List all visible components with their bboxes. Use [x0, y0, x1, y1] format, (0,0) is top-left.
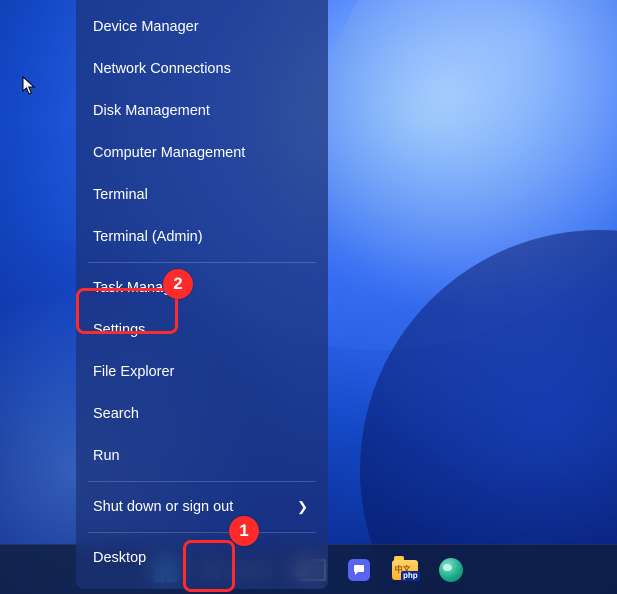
wallpaper-swirl: [360, 230, 617, 594]
menu-item-label: Desktop: [93, 548, 146, 568]
menu-item-run[interactable]: Run: [76, 435, 328, 477]
menu-item-desktop[interactable]: Desktop: [76, 537, 328, 579]
menu-item-shut-down-or-sign-out[interactable]: Shut down or sign out ❯: [76, 486, 328, 528]
globe-icon: [439, 558, 463, 582]
menu-separator: [88, 532, 316, 533]
menu-item-computer-management[interactable]: Computer Management: [76, 132, 328, 174]
chat-icon: [348, 559, 370, 581]
menu-item-device-manager[interactable]: Device Manager: [76, 6, 328, 48]
menu-item-label: Search: [93, 404, 139, 424]
menu-item-disk-management[interactable]: Disk Management: [76, 90, 328, 132]
mouse-cursor-icon: [22, 76, 36, 96]
menu-item-label: Shut down or sign out: [93, 497, 233, 517]
menu-item-label: File Explorer: [93, 362, 174, 382]
menu-item-terminal[interactable]: Terminal: [76, 174, 328, 216]
menu-item-label: Settings: [93, 320, 145, 340]
menu-item-label: Disk Management: [93, 101, 210, 121]
menu-item-file-explorer[interactable]: File Explorer: [76, 351, 328, 393]
menu-separator: [88, 262, 316, 263]
winx-context-menu: Device Manager Network Connections Disk …: [76, 0, 328, 589]
menu-item-label: Terminal (Admin): [93, 227, 203, 247]
menu-item-search[interactable]: Search: [76, 393, 328, 435]
chat-button[interactable]: [339, 550, 379, 590]
menu-item-label: Run: [93, 446, 120, 466]
folder-brand-label: php: [401, 571, 420, 581]
menu-item-label: Network Connections: [93, 59, 231, 79]
menu-separator: [88, 481, 316, 482]
menu-item-network-connections[interactable]: Network Connections: [76, 48, 328, 90]
menu-item-label: Task Manager: [93, 278, 184, 298]
menu-item-label: Terminal: [93, 185, 148, 205]
chevron-right-icon: ❯: [297, 497, 308, 517]
menu-item-label: Computer Management: [93, 143, 245, 163]
menu-item-label: Device Manager: [93, 17, 199, 37]
menu-item-terminal-admin[interactable]: Terminal (Admin): [76, 216, 328, 258]
folder-icon: 中文 php: [392, 560, 418, 580]
wallpaper-swirl: [310, 0, 617, 540]
taskbar-app-browser[interactable]: [431, 550, 471, 590]
menu-item-settings[interactable]: Settings: [76, 309, 328, 351]
taskbar-app-php[interactable]: 中文 php: [385, 550, 425, 590]
menu-item-task-manager[interactable]: Task Manager: [76, 267, 328, 309]
